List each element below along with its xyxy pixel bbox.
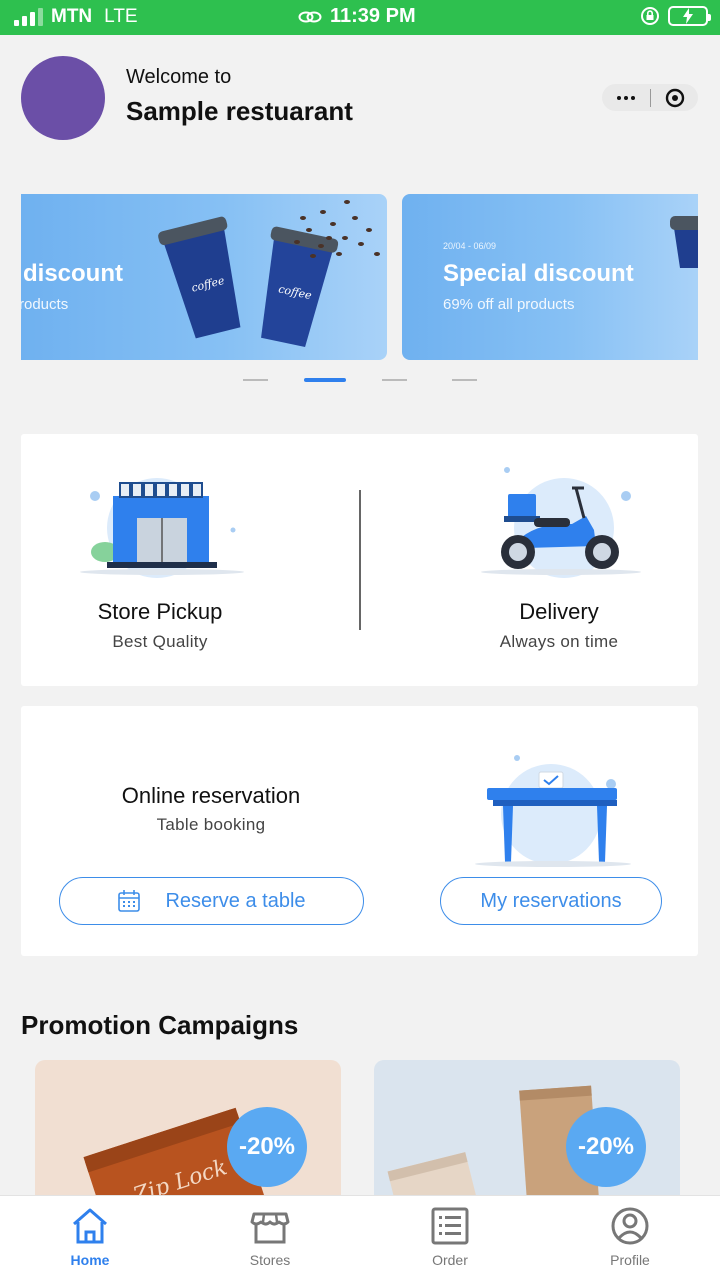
promotion-card[interactable]: -20%: [374, 1060, 680, 1210]
coffee-cup-image: [670, 216, 698, 268]
discount-badge: -20%: [227, 1107, 307, 1187]
restaurant-avatar[interactable]: [21, 56, 105, 140]
banner-subtitle: 69% off all products: [443, 296, 575, 313]
reserve-table-button[interactable]: Reserve a table: [59, 877, 364, 925]
battery-icon: [668, 6, 711, 26]
restaurant-name: Sample restuarant: [126, 96, 353, 126]
profile-icon: [611, 1207, 649, 1245]
status-bar: MTN LTE 11:39 PM: [0, 0, 720, 35]
banner-title: discount: [23, 260, 123, 287]
tab-home[interactable]: Home: [30, 1206, 150, 1268]
more-dot-icon: [617, 95, 621, 100]
service-options-card: Store Pickup Best Quality Delivery Alway…: [21, 434, 698, 686]
promotion-card[interactable]: Zip Lock -20%: [35, 1060, 341, 1210]
carrier-label: MTN: [51, 6, 93, 27]
rotation-lock-icon: [641, 7, 659, 25]
coffee-cups-image: coffee coffee: [158, 200, 380, 348]
carousel-dot[interactable]: [382, 379, 407, 381]
welcome-text: Welcome to: [126, 66, 232, 88]
discount-badge: -20%: [566, 1107, 646, 1187]
status-center: 11:39 PM: [298, 5, 416, 28]
mini-program-capsule: [602, 84, 698, 111]
store-pickup-option[interactable]: Store Pickup Best Quality: [21, 434, 359, 686]
more-dot-icon: [631, 95, 635, 100]
store-icon: [80, 478, 244, 578]
status-left: MTN LTE: [14, 6, 138, 28]
banner-date: 20/04 - 06/09: [443, 241, 497, 251]
store-pickup-title: Store Pickup: [97, 599, 223, 624]
carousel-indicator: [0, 378, 720, 384]
more-dot-icon: [624, 95, 628, 100]
tab-profile-label: Profile: [610, 1252, 650, 1268]
store-pickup-subtitle: Best Quality: [112, 632, 208, 651]
promo-banner[interactable]: 20/04 - 06/09 Special discount 69% off a…: [402, 194, 698, 360]
my-reservations-label: My reservations: [480, 889, 622, 912]
more-menu-button[interactable]: [602, 95, 650, 100]
carousel-dot[interactable]: [243, 379, 268, 381]
tab-home-label: Home: [70, 1252, 110, 1268]
carousel-dot-active[interactable]: [304, 378, 346, 382]
reserve-table-label: Reserve a table: [165, 889, 306, 912]
reservation-card: Online reservation Table booking Reserve…: [21, 706, 698, 956]
delivery-subtitle: Always on time: [499, 632, 619, 651]
home-icon: [73, 1208, 107, 1244]
tab-order[interactable]: Order: [390, 1206, 510, 1268]
calendar-icon: [118, 890, 141, 912]
table-icon: [475, 755, 631, 867]
promo-banner[interactable]: discount roducts coffee coffee: [21, 194, 387, 360]
status-right: [640, 6, 711, 26]
store-icon: [250, 1212, 290, 1244]
clock: 11:39 PM: [330, 5, 416, 27]
delivery-title: Delivery: [519, 599, 599, 624]
delivery-scooter-icon: [481, 467, 641, 578]
banner-title: Special discount: [443, 260, 634, 287]
order-list-icon: [431, 1207, 469, 1245]
close-button[interactable]: [651, 88, 698, 108]
promotions-heading: Promotion Campaigns: [21, 1010, 299, 1040]
my-reservations-button[interactable]: My reservations: [440, 877, 662, 925]
carousel-dot[interactable]: [452, 379, 477, 381]
close-circle-icon: [665, 88, 684, 107]
network-label: LTE: [104, 6, 138, 27]
link-icon: [298, 11, 322, 22]
banner-subtitle: roducts: [21, 296, 69, 313]
tab-stores-label: Stores: [249, 1252, 291, 1268]
tab-order-label: Order: [432, 1252, 468, 1268]
tab-stores[interactable]: Stores: [210, 1206, 330, 1268]
reservation-title: Online reservation: [121, 783, 301, 808]
reservation-subtitle: Table booking: [156, 815, 266, 834]
delivery-option[interactable]: Delivery Always on time: [361, 434, 698, 686]
bottom-tab-bar: Home Stores Order Profile: [0, 1195, 720, 1280]
signal-icon: [14, 8, 43, 26]
tab-profile[interactable]: Profile: [570, 1206, 690, 1268]
